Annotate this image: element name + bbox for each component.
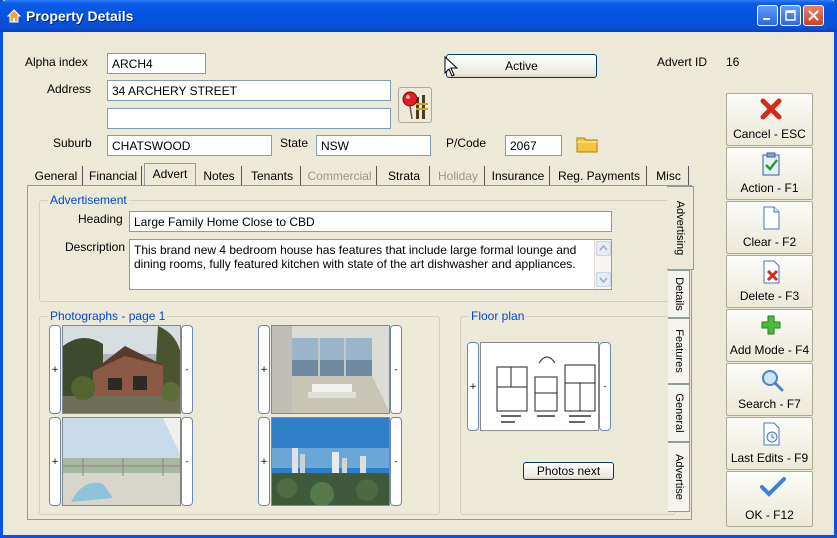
heading-label: Heading	[78, 212, 123, 226]
checklist-icon	[762, 152, 780, 176]
advert-id-value: 16	[726, 55, 740, 69]
heading-input[interactable]: Large Family Home Close to CBD	[129, 211, 612, 232]
description-scrollbar[interactable]	[594, 240, 611, 289]
floorplan-remove-button[interactable]: -	[599, 342, 611, 431]
photo1-add-button[interactable]: +	[49, 325, 61, 414]
maximize-icon	[785, 10, 796, 21]
ok-button[interactable]: OK - F12	[726, 471, 813, 527]
photo2-living-room	[271, 325, 390, 414]
tab-reg-payments[interactable]: Reg. Payments	[552, 166, 647, 186]
delete-page-icon	[763, 260, 780, 284]
vtab-features[interactable]: Features	[668, 318, 690, 384]
postcode-label: P/Code	[446, 136, 487, 150]
tab-tenants[interactable]: Tenants	[244, 166, 301, 186]
description-textarea[interactable]: This brand new 4 bedroom house has featu…	[129, 239, 612, 290]
photos-next-button[interactable]: Photos next	[523, 462, 614, 480]
close-button[interactable]	[803, 5, 824, 26]
close-icon	[808, 10, 819, 21]
photo4-add-button[interactable]: +	[258, 417, 270, 506]
floorplan-group-title: Floor plan	[469, 309, 527, 323]
interior-photo-icon	[272, 326, 389, 413]
balcony-photo-icon	[63, 418, 180, 505]
photo3-add-button[interactable]: +	[49, 417, 61, 506]
checkmark-icon	[760, 477, 786, 497]
state-label: State	[280, 136, 309, 150]
last-edits-button[interactable]: Last Edits - F9	[726, 417, 813, 470]
floorplan-drawing-icon	[481, 343, 598, 430]
suburb-label: Suburb	[53, 136, 92, 150]
scroll-up-button[interactable]	[596, 241, 611, 256]
cancel-x-icon	[760, 98, 782, 120]
suburb-input[interactable]: CHATSWOOD	[107, 135, 272, 156]
photo3-remove-button[interactable]: -	[181, 417, 193, 506]
floorplan-add-button[interactable]: +	[467, 342, 479, 431]
description-label: Description	[65, 240, 126, 254]
vtab-advertising[interactable]: Advertising	[667, 186, 694, 270]
photo1-house-exterior	[62, 325, 181, 414]
folder-icon[interactable]	[576, 135, 598, 153]
delete-button[interactable]: Delete - F3	[726, 255, 813, 308]
house-icon	[7, 9, 21, 23]
address-label: Address	[47, 82, 92, 96]
advert-panel: Advertisement Heading Large Family Home …	[27, 185, 692, 520]
postcode-input[interactable]: 2067	[505, 135, 562, 156]
photo3-balcony	[62, 417, 181, 506]
vtab-details[interactable]: Details	[668, 270, 690, 318]
address-line1-input[interactable]: 34 ARCHERY STREET	[107, 80, 391, 101]
vtab-general[interactable]: General	[668, 384, 690, 442]
clock-page-icon	[763, 422, 780, 446]
tab-notes[interactable]: Notes	[197, 166, 242, 186]
window-title: Property Details	[26, 8, 134, 24]
alpha-index-label: Alpha index	[25, 55, 88, 69]
tab-general[interactable]: General	[30, 166, 83, 186]
photo4-city-view	[271, 417, 390, 506]
status-active-button[interactable]: Active	[446, 54, 597, 78]
photo2-remove-button[interactable]: -	[390, 325, 402, 414]
tab-commercial: Commercial	[303, 166, 377, 186]
arrow-down-icon	[599, 277, 608, 284]
minimize-icon	[763, 18, 770, 20]
advert-id-label: Advert ID	[657, 55, 708, 69]
scroll-down-button[interactable]	[596, 272, 611, 287]
clear-button[interactable]: Clear - F2	[726, 201, 813, 254]
alpha-index-input[interactable]: ARCH4	[107, 53, 206, 74]
cancel-button[interactable]: Cancel - ESC	[726, 93, 813, 146]
state-input[interactable]: NSW	[316, 135, 431, 156]
add-mode-button[interactable]: Add Mode - F4	[726, 309, 813, 362]
photographs-group-title: Photographs - page 1	[48, 309, 168, 323]
map-pin-icon	[402, 91, 428, 120]
property-details-window: Property Details Alpha index ARCH4 Addre…	[0, 0, 837, 538]
tab-holiday: Holiday	[432, 166, 485, 186]
tab-financial[interactable]: Financial	[85, 166, 142, 186]
advertisement-group-title: Advertisement	[48, 193, 129, 207]
map-button[interactable]	[398, 87, 432, 123]
tab-strata[interactable]: Strata	[379, 166, 430, 186]
photo2-add-button[interactable]: +	[258, 325, 270, 414]
blank-page-icon	[763, 206, 780, 230]
mouse-cursor-icon	[444, 56, 458, 77]
photo1-remove-button[interactable]: -	[181, 325, 193, 414]
maximize-button[interactable]	[780, 5, 801, 26]
tab-misc[interactable]: Misc	[649, 166, 689, 186]
action-button[interactable]: Action - F1	[726, 147, 813, 200]
plus-icon	[761, 315, 781, 335]
vtab-advertise[interactable]: Advertise	[668, 442, 690, 512]
floorplan-image	[480, 342, 599, 431]
tab-insurance[interactable]: Insurance	[487, 166, 550, 186]
minimize-button[interactable]	[757, 5, 778, 26]
photo4-remove-button[interactable]: -	[390, 417, 402, 506]
search-icon	[762, 370, 784, 392]
arrow-up-icon	[599, 244, 608, 251]
house-photo-icon	[63, 326, 180, 413]
city-photo-icon	[272, 418, 389, 505]
tab-advert[interactable]: Advert	[144, 163, 196, 187]
address-line2-input[interactable]	[107, 108, 391, 129]
title-bar[interactable]: Property Details	[0, 0, 837, 32]
search-button[interactable]: Search - F7	[726, 363, 813, 416]
